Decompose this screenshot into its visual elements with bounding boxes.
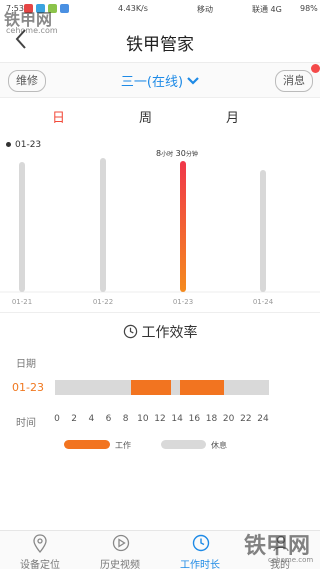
play-circle-icon bbox=[112, 534, 130, 552]
legend-rest-label: 休息 bbox=[211, 441, 227, 450]
time-tick-label: 4 bbox=[88, 414, 95, 424]
clock-icon bbox=[123, 324, 137, 339]
date-column-label: 日期 bbox=[16, 359, 36, 370]
bar-chart-svg: 01-21 01-22 01-23 01-24 bbox=[0, 158, 320, 306]
tab-day[interactable]: 日 bbox=[52, 107, 65, 126]
legend-work-label: 工作 bbox=[115, 441, 131, 450]
efficiency-title-row: 工作效率 bbox=[0, 322, 320, 342]
tab-month[interactable]: 月 bbox=[226, 107, 239, 126]
chart-bar[interactable] bbox=[180, 161, 186, 292]
tab-week[interactable]: 周 bbox=[139, 107, 152, 126]
time-tick-label: 8 bbox=[122, 414, 129, 424]
nav-history-video[interactable]: 历史视频 bbox=[80, 531, 160, 571]
battery-level: 98% bbox=[300, 4, 318, 13]
label-minutes-unit: 分钟 bbox=[185, 151, 198, 158]
clock-icon bbox=[192, 534, 210, 552]
time-tick-label: 20 bbox=[222, 414, 235, 424]
work-segment bbox=[179, 380, 225, 395]
time-tick-label: 14 bbox=[171, 414, 183, 424]
device-selector[interactable]: 三一(在线) bbox=[0, 71, 320, 90]
work-hours-chart: 01-23 01-21 01-22 01-23 01-24 8小时 30分钟 bbox=[0, 134, 320, 312]
work-segment bbox=[130, 380, 171, 395]
x-tick-label: 01-24 bbox=[253, 298, 274, 306]
time-tick-label: 0 bbox=[54, 414, 60, 424]
x-tick-label: 01-23 bbox=[173, 298, 193, 306]
period-tabs: 日 周 月 bbox=[0, 98, 320, 131]
watermark-top-sub: cehome.com bbox=[6, 26, 58, 35]
x-tick-label: 01-21 bbox=[12, 298, 32, 306]
legend-work-swatch bbox=[64, 440, 110, 449]
time-tick-label: 22 bbox=[240, 414, 252, 424]
label-hours-unit: 小时 bbox=[161, 151, 174, 158]
efficiency-header: 工作效率 bbox=[0, 312, 320, 349]
time-tick-label: 16 bbox=[188, 414, 201, 424]
chart-bar[interactable] bbox=[19, 162, 25, 292]
time-tick-label: 2 bbox=[71, 414, 78, 424]
time-tick-label: 24 bbox=[257, 414, 269, 424]
work-timeline bbox=[55, 380, 269, 395]
nav-work-hours[interactable]: 工作时长 bbox=[160, 531, 240, 571]
nav-label: 历史视频 bbox=[100, 560, 140, 571]
label-minutes: 30 bbox=[175, 149, 186, 158]
time-axis-label: 时间 bbox=[16, 418, 36, 429]
carrier-1: 移动 bbox=[197, 5, 213, 14]
legend-rest-swatch bbox=[161, 440, 206, 449]
chart-bar[interactable] bbox=[100, 158, 106, 292]
time-tick-label: 12 bbox=[154, 414, 166, 424]
time-tick-label: 18 bbox=[205, 414, 218, 424]
x-tick-label: 01-22 bbox=[93, 298, 113, 306]
nav-label: 设备定位 bbox=[20, 560, 60, 571]
watermark-bottom-sub: cehome.com bbox=[268, 556, 314, 564]
device-name: 三一(在线) bbox=[120, 75, 184, 90]
time-tick-label: 6 bbox=[105, 414, 112, 424]
message-badge bbox=[311, 64, 320, 73]
time-tick-label: 10 bbox=[137, 414, 149, 424]
carrier-2: 联通 4G bbox=[252, 5, 282, 14]
app-notification-icon bbox=[60, 4, 69, 13]
efficiency-title: 工作效率 bbox=[141, 325, 198, 341]
nav-device-location[interactable]: 设备定位 bbox=[0, 531, 80, 571]
efficiency-row-date: 01-23 bbox=[12, 381, 44, 394]
chevron-down-icon bbox=[187, 75, 199, 90]
network-speed: 4.43K/s bbox=[118, 4, 148, 13]
nav-label: 工作时长 bbox=[180, 560, 220, 571]
chart-bar[interactable] bbox=[260, 170, 266, 292]
selected-bar-label: 8小时 30分钟 bbox=[156, 149, 198, 158]
location-pin-icon bbox=[33, 534, 47, 553]
